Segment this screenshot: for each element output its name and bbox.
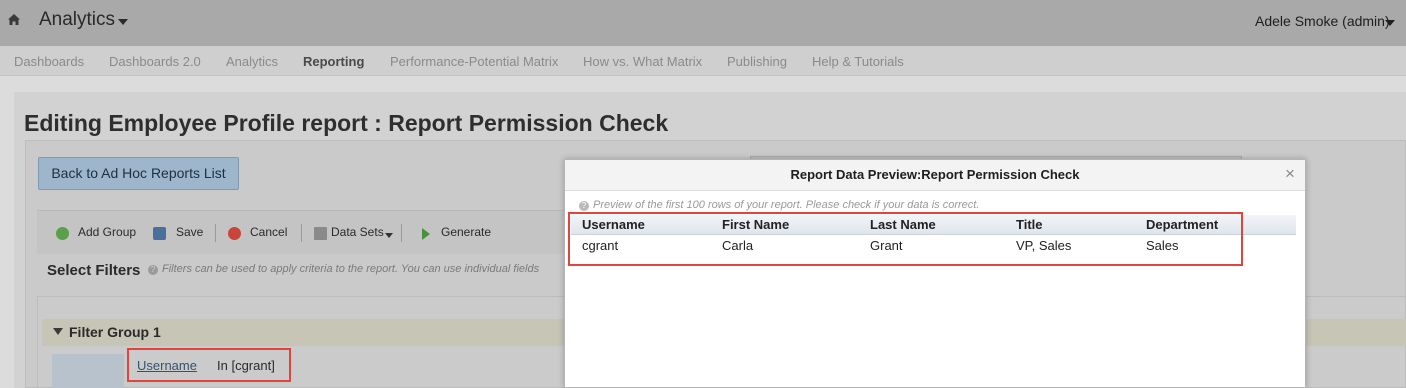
cancel-icon: [228, 227, 241, 240]
chevron-down-icon[interactable]: [385, 233, 393, 238]
back-to-reports-button[interactable]: Back to Ad Hoc Reports List: [38, 157, 239, 190]
help-icon: ?: [579, 201, 589, 211]
filter-group-title: Filter Group 1: [69, 324, 161, 340]
nav-performance-potential-matrix[interactable]: Performance-Potential Matrix: [390, 54, 558, 69]
home-icon[interactable]: [6, 12, 22, 28]
filters-help-label: Filters can be used to apply criteria to…: [162, 263, 540, 275]
page-title: Editing Employee Profile report : Report…: [24, 110, 669, 136]
toolbar-divider: [215, 224, 216, 242]
cancel-button[interactable]: Cancel: [250, 225, 287, 239]
nav-dashboards-2[interactable]: Dashboards 2.0: [109, 54, 201, 69]
nav-dashboards[interactable]: Dashboards: [14, 54, 84, 69]
report-preview-dialog: [564, 159, 1306, 388]
nav-how-vs-what-matrix[interactable]: How vs. What Matrix: [583, 54, 702, 69]
nav-help-tutorials[interactable]: Help & Tutorials: [812, 54, 904, 69]
dialog-title: Report Data Preview:Report Permission Ch…: [790, 167, 1080, 182]
top-header: [0, 0, 1406, 46]
user-menu[interactable]: Adele Smoke (admin): [1255, 13, 1390, 29]
filter-row-handle: [52, 354, 124, 388]
save-icon: [153, 227, 166, 240]
preview-highlight-box: [568, 212, 1243, 266]
app-menu-caret-icon[interactable]: [118, 19, 128, 25]
app-title[interactable]: Analytics: [39, 9, 115, 31]
toolbar-divider: [301, 224, 302, 242]
save-button[interactable]: Save: [176, 225, 203, 239]
play-icon: [422, 228, 430, 240]
add-icon: [56, 227, 69, 240]
close-icon[interactable]: ×: [1285, 164, 1295, 184]
user-menu-caret-icon[interactable]: [1385, 20, 1395, 26]
help-icon: ?: [148, 265, 158, 275]
add-group-button[interactable]: Add Group: [78, 225, 136, 239]
filters-title: Select Filters: [47, 262, 141, 279]
generate-button[interactable]: Generate: [441, 225, 491, 239]
preview-note: ? Preview of the first 100 rows of your r…: [579, 199, 979, 211]
main-nav: [0, 46, 1406, 76]
filter-highlight-box: [127, 348, 291, 382]
nav-publishing[interactable]: Publishing: [727, 54, 787, 69]
nav-reporting[interactable]: Reporting: [303, 54, 364, 69]
nav-analytics[interactable]: Analytics: [226, 54, 278, 69]
filters-help-text: ? Filters can be used to apply criteria t…: [148, 263, 568, 275]
data-sets-icon: [314, 227, 327, 240]
data-sets-button[interactable]: Data Sets: [331, 225, 384, 239]
collapse-caret-icon[interactable]: [53, 328, 63, 335]
toolbar-divider: [401, 224, 402, 242]
preview-note-text: Preview of the first 100 rows of your re…: [593, 199, 980, 211]
